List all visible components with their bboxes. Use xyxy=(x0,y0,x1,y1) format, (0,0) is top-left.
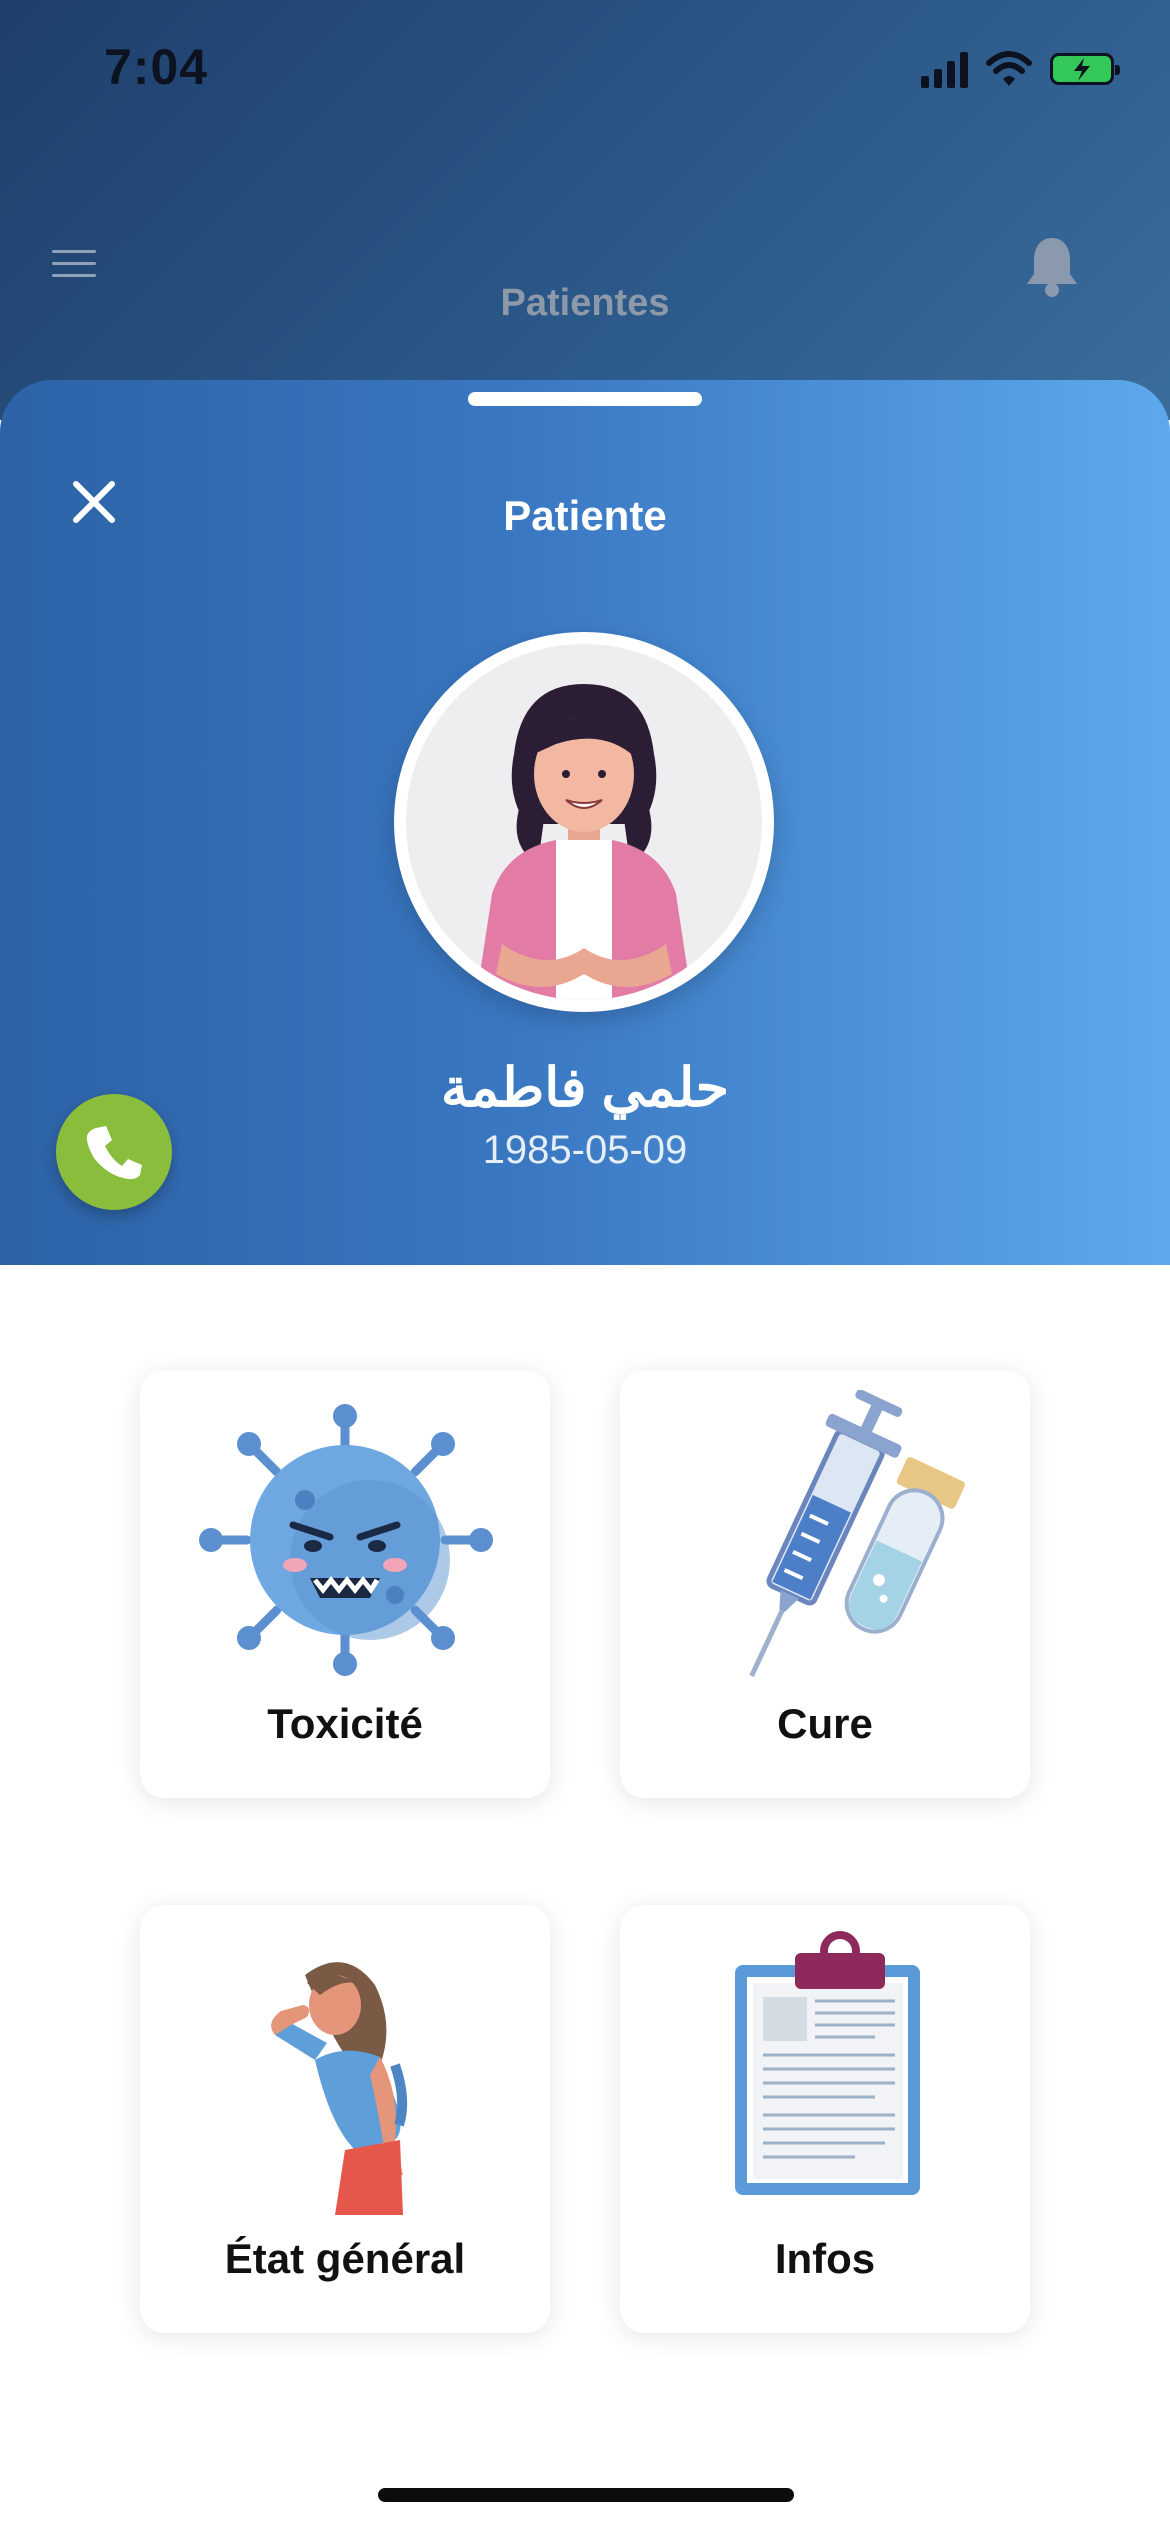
clipboard-icon xyxy=(735,1931,920,2195)
virus-icon xyxy=(199,1404,493,1676)
card-label: Toxicité xyxy=(267,1700,423,1747)
avatar xyxy=(394,632,774,1012)
sheet-title: Patiente xyxy=(503,492,667,539)
card-label: État général xyxy=(224,2235,466,2282)
patient-illustration xyxy=(476,684,692,1000)
syringe-vial-icon xyxy=(749,1390,965,1678)
card-infos[interactable]: Infos xyxy=(620,1905,1030,2333)
card-label: Infos xyxy=(774,2235,876,2282)
card-toxicite[interactable]: Toxicité xyxy=(140,1370,550,1798)
sheet-handle[interactable] xyxy=(468,392,702,406)
page-title: Patientes xyxy=(500,282,670,324)
card-etat-general[interactable]: État général xyxy=(140,1905,550,2333)
status-icons xyxy=(921,50,1120,88)
woman-headache-icon xyxy=(271,1962,408,2215)
menu-icon[interactable] xyxy=(52,250,96,280)
status-time: 7:04 xyxy=(104,39,209,95)
home-indicator xyxy=(378,2488,794,2502)
bell-icon[interactable] xyxy=(1022,234,1082,298)
phone-icon xyxy=(86,1126,142,1180)
call-button[interactable] xyxy=(56,1094,172,1210)
patient-sheet: Patiente حلمي فاطمة 1985-05-09 xyxy=(0,380,1170,1265)
card-label: Cure xyxy=(777,1700,873,1747)
card-cure[interactable]: Cure xyxy=(620,1370,1030,1798)
cellular-signal-icon xyxy=(921,50,968,88)
patient-name: حلمي فاطمة xyxy=(441,1058,729,1118)
wifi-icon xyxy=(986,51,1032,86)
battery-icon xyxy=(1050,53,1120,85)
patient-birthdate: 1985-05-09 xyxy=(482,1128,688,1172)
